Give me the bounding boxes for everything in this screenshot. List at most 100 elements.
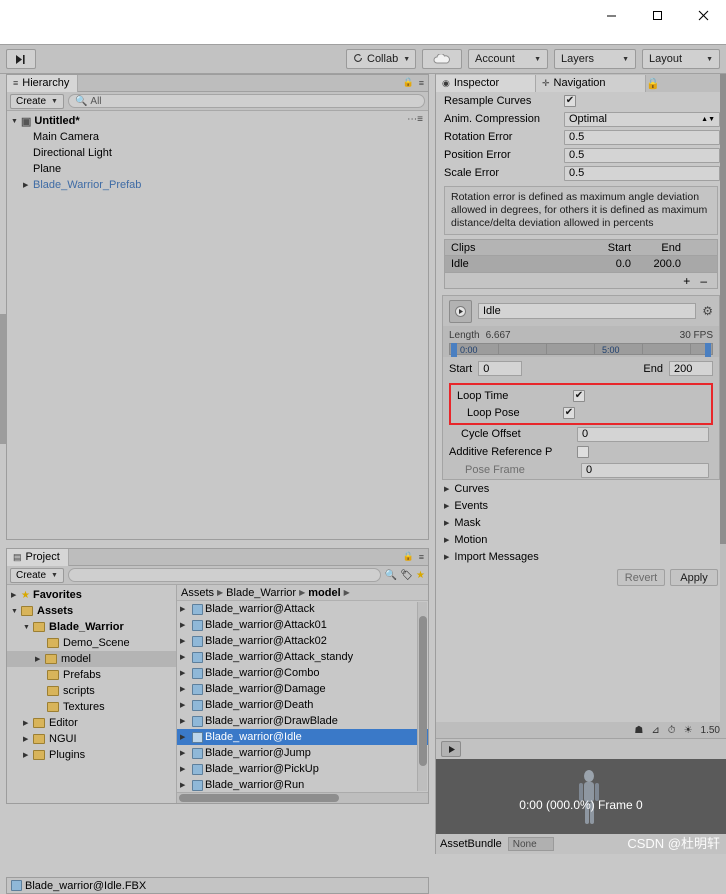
tab-hierarchy[interactable]: ≡ Hierarchy [7,74,79,92]
project-tree-ngui[interactable]: ▶ NGUI [7,731,176,747]
chevron-right-icon[interactable]: ▶ [180,605,190,613]
filter-label-icon[interactable]: 🏷 [400,570,413,581]
loop-pose-checkbox[interactable] [563,406,575,419]
assetbundle-dropdown[interactable]: None [507,837,554,851]
preview-stage[interactable]: 0:00 (000.0%) Frame 0 [436,759,726,834]
project-tree-editor[interactable]: ▶ Editor [7,715,176,731]
breadcrumb-item-blade-warrior[interactable]: Blade_Warrior [226,587,296,599]
start-input[interactable]: 0 [478,361,523,376]
list-item[interactable]: ▶ Blade_warrior@Run [177,777,428,792]
hierarchy-item-plane[interactable]: Plane [7,161,428,177]
collab-button[interactable]: Collab ▼ [346,49,416,69]
tab-inspector[interactable]: ◉ Inspector [436,74,536,92]
project-tree-demo-scene[interactable]: Demo_Scene [7,635,176,651]
hierarchy-context-menu-icon[interactable]: ⋯≡ [407,114,423,125]
list-item[interactable]: ▶ Blade_warrior@Combo [177,665,428,681]
foldout-mask[interactable]: ▶ Mask [436,514,726,531]
list-item[interactable]: ▶ Blade_warrior@Jump [177,745,428,761]
play-button[interactable] [6,49,36,69]
clip-name-input[interactable]: Idle [478,303,697,319]
table-row[interactable]: Idle 0.0 200.0 [444,256,718,273]
chevron-down-icon[interactable]: ▼ [11,118,21,125]
chevron-right-icon[interactable]: ▶ [180,685,190,693]
clip-play-button[interactable] [449,299,472,323]
foldout-motion[interactable]: ▶ Motion [436,531,726,548]
chevron-right-icon[interactable]: ▶ [180,781,190,789]
foldout-import-messages[interactable]: ▶ Import Messages [436,548,726,565]
list-item[interactable]: ▶ Blade_warrior@Attack [177,601,428,617]
breadcrumb-item-assets[interactable]: Assets [181,587,214,599]
project-tree-prefabs[interactable]: Prefabs [7,667,176,683]
lock-icon[interactable]: 🔒 [403,77,414,88]
chevron-right-icon[interactable]: ▶ [23,181,33,189]
chevron-right-icon[interactable]: ▶ [180,765,190,773]
tab-navigation[interactable]: ✛ Navigation [536,74,646,92]
preview-avatar-icon[interactable]: ☗ [634,725,643,736]
revert-button[interactable]: Revert [617,569,665,586]
asset-list-scrollbar[interactable] [417,602,427,791]
chevron-right-icon[interactable]: ▶ [180,701,190,709]
apply-button[interactable]: Apply [670,569,718,586]
minimize-icon[interactable] [588,0,634,30]
remove-clip-button[interactable]: – [700,274,707,288]
foldout-curves[interactable]: ▶ Curves [436,480,726,497]
position-error-input[interactable]: 0.5 [564,147,720,163]
preview-light-icon[interactable]: ☀ [684,725,693,736]
list-item[interactable]: ▶ Blade_warrior@Attack_standy [177,649,428,665]
chevron-right-icon[interactable]: ▶ [11,591,21,599]
project-tree-plugins[interactable]: ▶ Plugins [7,747,176,763]
chevron-right-icon[interactable]: ▶ [180,621,190,629]
additive-reference-checkbox[interactable] [577,446,589,458]
gear-icon[interactable]: ⚙ [702,304,713,318]
chevron-right-icon[interactable]: ▶ [180,733,190,741]
pose-frame-input[interactable]: 0 [581,462,709,478]
preview-pivot-icon[interactable]: ⊿ [651,725,659,736]
loop-time-checkbox[interactable] [573,389,585,402]
menu-icon[interactable]: ≡ [419,552,424,562]
chevron-right-icon[interactable]: ▶ [180,653,190,661]
project-search-input[interactable] [67,568,381,582]
preview-speed-icon[interactable]: ⏱ [668,725,676,736]
foldout-events[interactable]: ▶ Events [436,497,726,514]
timeline-bar[interactable]: 0:00 5:00 [449,343,713,357]
layout-button[interactable]: Layout ▼ [642,49,720,69]
timeline-start-marker[interactable] [451,343,457,357]
lock-icon[interactable]: 🔒 [646,78,660,90]
timeline-end-marker[interactable] [705,343,711,357]
list-item[interactable]: ▶ Blade_warrior@Attack01 [177,617,428,633]
hierarchy-item-directional-light[interactable]: Directional Light [7,145,428,161]
project-tree-blade-warrior[interactable]: ▼ Blade_Warrior [7,619,176,635]
preview-play-button[interactable] [441,741,461,757]
hierarchy-item-main-camera[interactable]: Main Camera [7,129,428,145]
list-item[interactable]: ▶ Blade_warrior@Death [177,697,428,713]
hierarchy-search-input[interactable]: 🔍 All [67,94,425,108]
chevron-right-icon[interactable]: ▶ [23,735,33,743]
lock-icon[interactable]: 🔒 [403,551,414,562]
chevron-right-icon[interactable]: ▶ [23,719,33,727]
chevron-down-icon[interactable]: ▼ [11,608,21,615]
hierarchy-create-button[interactable]: Create ▼ [10,93,64,109]
breadcrumb-item-model[interactable]: model [308,587,340,599]
rotation-error-input[interactable]: 0.5 [564,129,720,145]
list-item[interactable]: ▶ Blade_warrior@Damage [177,681,428,697]
hierarchy-scene-row[interactable]: ▼ ▣ Untitled* [7,113,428,129]
chevron-right-icon[interactable]: ▶ [180,749,190,757]
layers-button[interactable]: Layers ▼ [554,49,636,69]
scale-error-input[interactable]: 0.5 [564,165,720,181]
project-tree-textures[interactable]: Textures [7,699,176,715]
resample-curves-checkbox[interactable] [564,95,576,107]
hierarchy-item-blade-warrior-prefab[interactable]: ▶ Blade_Warrior_Prefab [7,177,428,193]
cycle-offset-input[interactable]: 0 [577,426,709,442]
tab-project[interactable]: ▤ Project [7,548,69,566]
inspector-scrollbar[interactable] [720,74,726,722]
project-tree-model[interactable]: ▶ model [7,651,176,667]
chevron-right-icon[interactable]: ▶ [180,717,190,725]
chevron-right-icon[interactable]: ▶ [180,637,190,645]
chevron-right-icon[interactable]: ▶ [35,655,45,663]
project-tree-assets[interactable]: ▼ Assets [7,603,176,619]
chevron-right-icon[interactable]: ▶ [180,669,190,677]
project-favorites-row[interactable]: ▶ ★ Favorites [7,587,176,603]
end-input[interactable]: 200 [669,361,713,376]
project-tree-scripts[interactable]: scripts [7,683,176,699]
add-clip-button[interactable]: + [683,274,690,288]
